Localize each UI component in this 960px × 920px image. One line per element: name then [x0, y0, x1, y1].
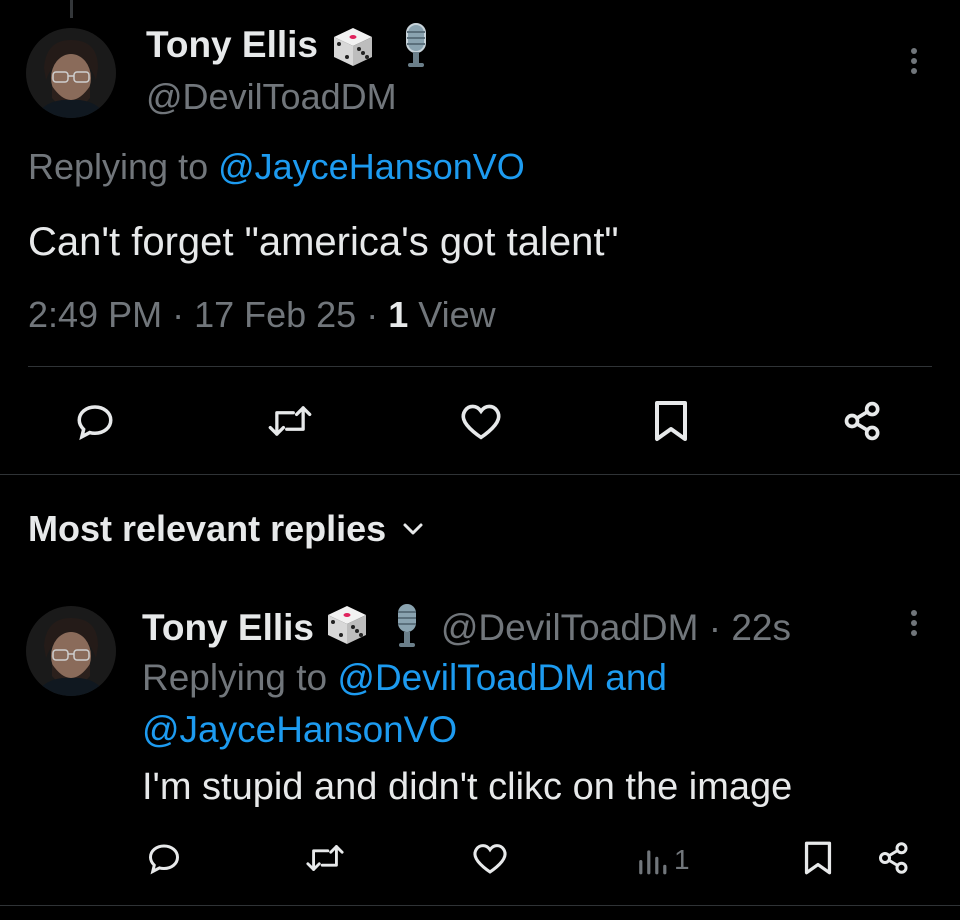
die-icon — [324, 602, 376, 644]
tweet-date[interactable]: 17 Feb 25 — [194, 294, 356, 335]
author-avatar[interactable] — [26, 28, 116, 118]
reply-text: I'm stupid and didn't clikc on the image — [142, 766, 793, 808]
replies-sort-dropdown[interactable]: Most relevant replies — [28, 508, 424, 550]
mention-link[interactable]: @DevilToadDM — [337, 657, 595, 698]
reply-header: Tony Ellis @DevilToadDM · 22s — [142, 600, 791, 649]
microphone-icon — [387, 600, 431, 647]
reply-icon — [77, 405, 113, 441]
meta-separator: · — [162, 294, 195, 335]
reply-view-count: 1 — [674, 844, 690, 875]
replying-prefix: Replying to — [142, 657, 338, 698]
reply-age[interactable]: 22s — [731, 607, 791, 648]
reply-more-options-button[interactable] — [902, 606, 926, 646]
bookmark-icon — [804, 841, 832, 875]
reply-reply-button[interactable] — [142, 836, 186, 880]
replying-to: Replying to @JayceHansonVO — [28, 146, 525, 188]
microphone-icon — [396, 20, 436, 75]
reply-author-handle[interactable]: @DevilToadDM — [441, 607, 699, 648]
meta-separator: · — [356, 294, 389, 335]
tweet-text: Can't forget "america's got talent" — [28, 220, 619, 264]
share-icon — [879, 842, 908, 874]
reply-replying-to: Replying to @DevilToadDM and @JayceHanso… — [142, 652, 667, 756]
replies-sort-label: Most relevant replies — [28, 508, 387, 549]
retweet-icon — [306, 845, 344, 871]
author-handle[interactable]: @DevilToadDM — [146, 76, 397, 118]
share-icon — [844, 401, 880, 441]
like-icon — [473, 844, 507, 874]
reply-author-avatar[interactable] — [26, 606, 116, 696]
bottom-divider — [0, 905, 960, 906]
share-button[interactable] — [838, 398, 888, 444]
reply-share-button[interactable] — [872, 836, 916, 880]
reply-bookmark-button[interactable] — [798, 836, 838, 880]
views-count: 1 — [388, 294, 409, 335]
tweet-meta: 2:49 PM · 17 Feb 25 · 1 View — [28, 294, 496, 336]
like-icon — [461, 404, 501, 440]
bookmark-icon — [655, 401, 687, 441]
reply-icon — [148, 844, 180, 875]
views-label: View — [408, 294, 496, 335]
reply-button[interactable] — [70, 398, 120, 444]
reply-views-button[interactable] — [632, 840, 672, 880]
divider — [28, 366, 932, 367]
main-tweet: Tony Ellis @DevilToadDM Replying to @Jay… — [0, 0, 960, 474]
more-icon — [911, 610, 917, 616]
like-button[interactable] — [456, 398, 506, 444]
more-icon — [911, 48, 917, 54]
author-name[interactable]: Tony Ellis — [146, 24, 318, 66]
more-options-button[interactable] — [902, 44, 926, 84]
chevron-down-icon — [403, 523, 423, 535]
retweet-icon — [268, 406, 312, 436]
section-divider — [0, 474, 960, 475]
die-icon — [330, 24, 376, 75]
bookmark-button[interactable] — [648, 398, 694, 444]
reply-author-name[interactable]: Tony Ellis — [142, 607, 314, 648]
replying-prefix: Replying to — [28, 146, 219, 187]
meta-separator: · — [698, 607, 732, 648]
tweet-time[interactable]: 2:49 PM — [28, 294, 162, 335]
views-icon — [639, 850, 667, 875]
mention-link[interactable]: @JayceHansonVO — [218, 146, 525, 187]
reply-like-button[interactable] — [468, 836, 512, 880]
retweet-button[interactable] — [262, 398, 318, 444]
reply-retweet-button[interactable] — [300, 836, 350, 880]
mention-link[interactable]: @JayceHansonVO — [142, 709, 457, 750]
replying-and[interactable]: and — [595, 657, 667, 698]
